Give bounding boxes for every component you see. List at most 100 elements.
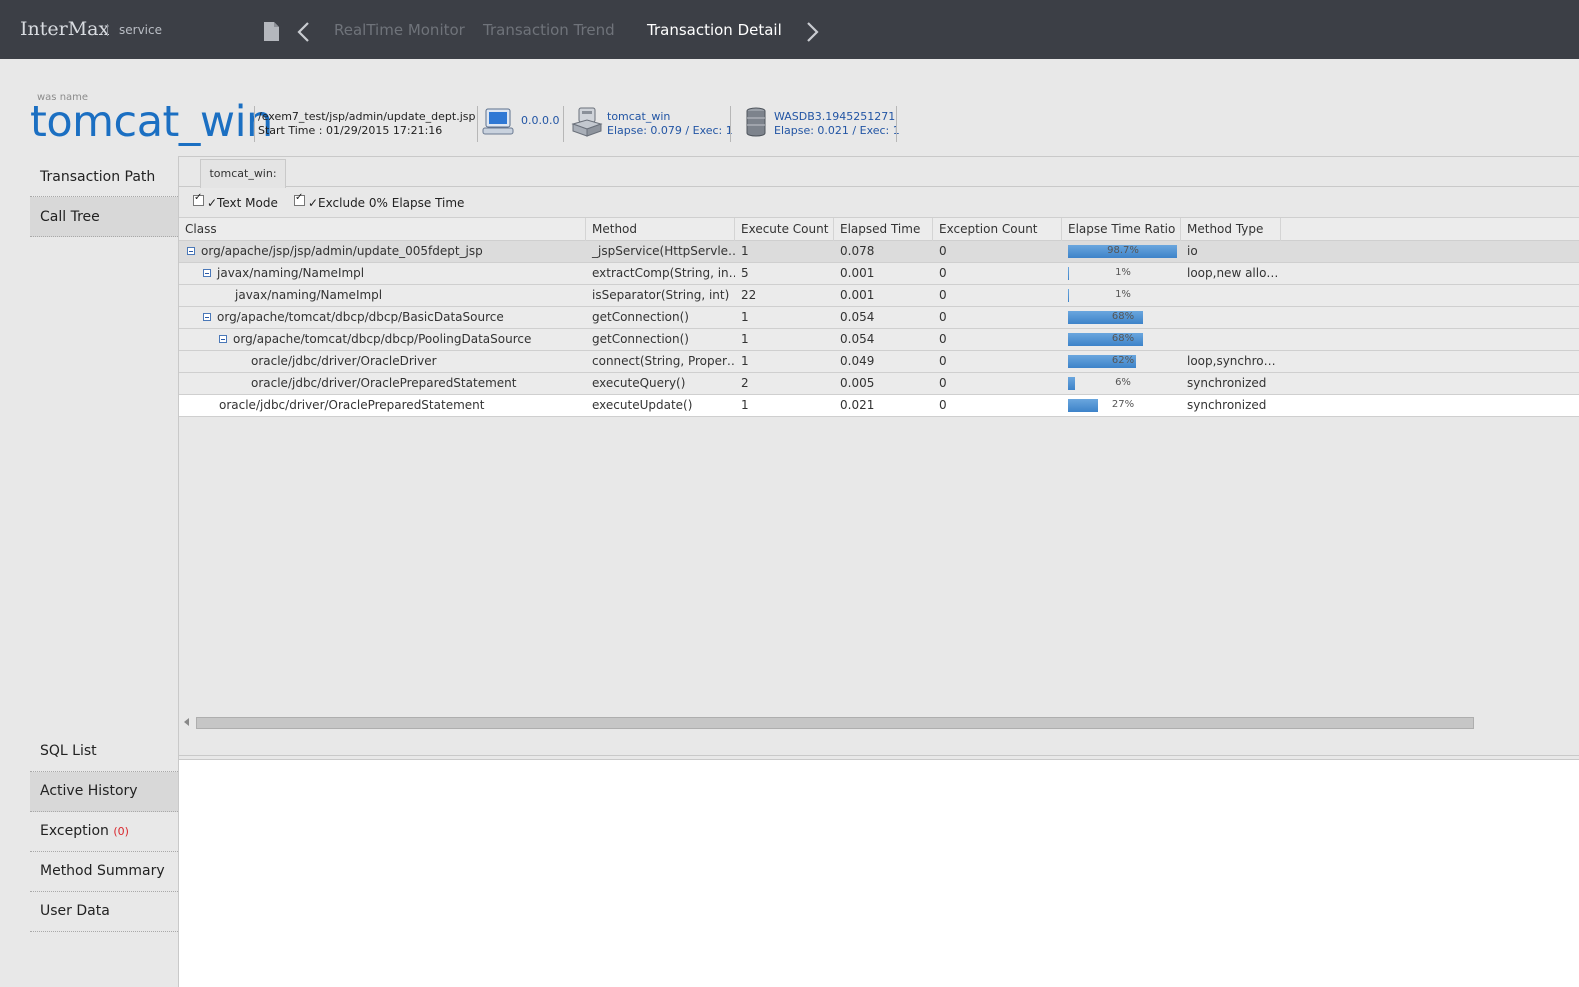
sidebar-item-label: Exception <box>40 823 109 839</box>
call-tree-grid: Class Method Execute Count Elapsed Time … <box>179 217 1579 417</box>
column-header-elapse-time-ratio[interactable]: Elapse Time Ratio <box>1062 218 1181 241</box>
elapsed-time-cell: 0.005 <box>840 376 875 390</box>
chevron-right-icon[interactable] <box>804 21 820 43</box>
method-cell: getConnection() <box>592 310 689 324</box>
table-row[interactable]: org/apache/jsp/jsp/admin/update_005fdept… <box>179 241 1579 263</box>
ratio-cell: 62% <box>1068 355 1178 368</box>
text-mode-checkbox[interactable] <box>193 192 204 206</box>
ratio-cell: 27% <box>1068 399 1178 412</box>
tab-transaction-detail[interactable]: Transaction Detail <box>647 21 782 39</box>
method-cell: isSeparator(String, int) <box>592 288 730 302</box>
execute-count-cell: 1 <box>741 332 749 346</box>
method-cell: connect(String, Proper… <box>592 354 735 368</box>
method-type-cell <box>1181 285 1281 306</box>
sidebar-item-exception[interactable]: Exception (0) <box>30 812 178 852</box>
column-header-class[interactable]: Class <box>179 218 586 241</box>
brand-logo[interactable]: InterMax <box>20 18 109 40</box>
execute-count-cell: 1 <box>741 398 749 412</box>
method-type-cell <box>1181 307 1281 328</box>
table-row[interactable]: oracle/jdbc/driver/OraclePreparedStateme… <box>179 373 1579 395</box>
detail-pane <box>179 759 1579 987</box>
ratio-label: 6% <box>1115 377 1131 388</box>
exception-count-cell: 0 <box>939 332 947 346</box>
execute-count-cell: 22 <box>741 288 757 302</box>
tab-transaction-trend[interactable]: Transaction Trend <box>483 21 615 39</box>
server-icon <box>571 107 603 137</box>
elapsed-time-cell: 0.054 <box>840 310 875 324</box>
class-name: org/apache/jsp/jsp/admin/update_005fdept… <box>201 244 483 258</box>
database-name: WASDB3.1945251271 <box>774 110 896 123</box>
method-type-cell: synchronized <box>1187 398 1267 412</box>
method-cell: executeUpdate() <box>592 398 693 412</box>
text-mode-option[interactable]: ✓Text Mode <box>193 192 278 210</box>
ratio-cell: 1% <box>1068 289 1178 302</box>
sidebar-item-method-summary[interactable]: Method Summary <box>30 852 178 892</box>
column-header-method-type[interactable]: Method Type <box>1181 218 1281 241</box>
class-cell: javax/naming/NameImpl <box>179 285 586 306</box>
column-header-execute-count[interactable]: Execute Count <box>735 218 834 241</box>
tab-realtime-monitor[interactable]: RealTime Monitor <box>334 21 465 39</box>
class-name: org/apache/tomcat/dbcp/dbcp/PoolingDataS… <box>233 332 532 346</box>
method-type-cell: synchronized <box>1187 376 1267 390</box>
document-icon[interactable] <box>263 22 279 41</box>
column-header-method[interactable]: Method <box>586 218 735 241</box>
sidebar-item-transaction-path[interactable]: Transaction Path <box>30 157 178 197</box>
class-name: oracle/jdbc/driver/OraclePreparedStateme… <box>219 398 485 412</box>
header-divider <box>730 106 731 142</box>
collapse-icon[interactable] <box>219 335 227 343</box>
brand-subtitle: service <box>119 23 162 37</box>
class-name: oracle/jdbc/driver/OracleDriver <box>251 354 437 368</box>
method-cell: _jspService(HttpServle… <box>592 244 735 258</box>
text-mode-label: ✓Text Mode <box>207 196 278 210</box>
class-cell: org/apache/jsp/jsp/admin/update_005fdept… <box>179 241 586 262</box>
elapsed-time-cell: 0.049 <box>840 354 875 368</box>
header-divider <box>477 106 478 142</box>
table-row[interactable]: org/apache/tomcat/dbcp/dbcp/PoolingDataS… <box>179 329 1579 351</box>
sidebar-item-active-history[interactable]: Active History <box>30 772 178 812</box>
chevron-left-icon[interactable] <box>296 21 312 43</box>
exception-count-cell: 0 <box>939 310 947 324</box>
grid-body: org/apache/jsp/jsp/admin/update_005fdept… <box>179 241 1579 417</box>
table-row[interactable]: oracle/jdbc/driver/OracleDriver connect(S… <box>179 351 1579 373</box>
method-type-cell: io <box>1187 244 1198 258</box>
class-cell: oracle/jdbc/driver/OracleDriver <box>179 351 586 372</box>
exclude-zero-checkbox[interactable] <box>294 192 305 206</box>
database-stats: Elapse: 0.021 / Exec: 1 <box>774 124 900 137</box>
exception-count-cell: 0 <box>939 266 947 280</box>
method-type-cell <box>1181 329 1281 350</box>
exception-count-cell: 0 <box>939 376 947 390</box>
column-header-exception-count[interactable]: Exception Count <box>933 218 1062 241</box>
tab-tomcat-win[interactable]: tomcat_win: <box>200 159 286 188</box>
ratio-cell: 98.7% <box>1068 245 1178 258</box>
class-cell: oracle/jdbc/driver/OraclePreparedStateme… <box>179 395 586 416</box>
method-cell: extractComp(String, in… <box>592 266 735 280</box>
call-tree-panel: tomcat_win: ✓Text Mode ✓Exclude 0% Elaps… <box>178 156 1579 987</box>
table-row[interactable]: javax/naming/NameImpl isSeparator(String,… <box>179 285 1579 307</box>
ratio-cell: 68% <box>1068 311 1178 324</box>
column-header-elapsed-time[interactable]: Elapsed Time <box>834 218 933 241</box>
sidebar-item-sql-list[interactable]: SQL List <box>30 732 178 772</box>
execute-count-cell: 2 <box>741 376 749 390</box>
sidebar-item-user-data[interactable]: User Data <box>30 892 178 932</box>
ratio-cell: 1% <box>1068 267 1178 280</box>
table-row[interactable]: oracle/jdbc/driver/OraclePreparedStateme… <box>179 395 1579 417</box>
header-divider <box>896 106 897 142</box>
header-divider <box>254 106 255 142</box>
method-cell: getConnection() <box>592 332 689 346</box>
elapsed-time-cell: 0.001 <box>840 288 875 302</box>
class-cell: oracle/jdbc/driver/OraclePreparedStateme… <box>179 373 586 394</box>
execute-count-cell: 5 <box>741 266 749 280</box>
method-type-cell: loop,synchro… <box>1187 354 1276 368</box>
table-row[interactable]: org/apache/tomcat/dbcp/dbcp/BasicDataSou… <box>179 307 1579 329</box>
exception-count-cell: 0 <box>939 354 947 368</box>
scrollbar-thumb[interactable] <box>196 717 1474 729</box>
scroll-left-icon[interactable] <box>184 718 189 726</box>
horizontal-scrollbar[interactable] <box>179 715 1579 731</box>
ratio-label: 98.7% <box>1107 245 1139 256</box>
collapse-icon[interactable] <box>203 269 211 277</box>
collapse-icon[interactable] <box>187 247 195 255</box>
sidebar-item-call-tree[interactable]: Call Tree <box>30 197 178 237</box>
exclude-zero-option[interactable]: ✓Exclude 0% Elapse Time <box>294 192 464 210</box>
collapse-icon[interactable] <box>203 313 211 321</box>
table-row[interactable]: javax/naming/NameImpl extractComp(String,… <box>179 263 1579 285</box>
